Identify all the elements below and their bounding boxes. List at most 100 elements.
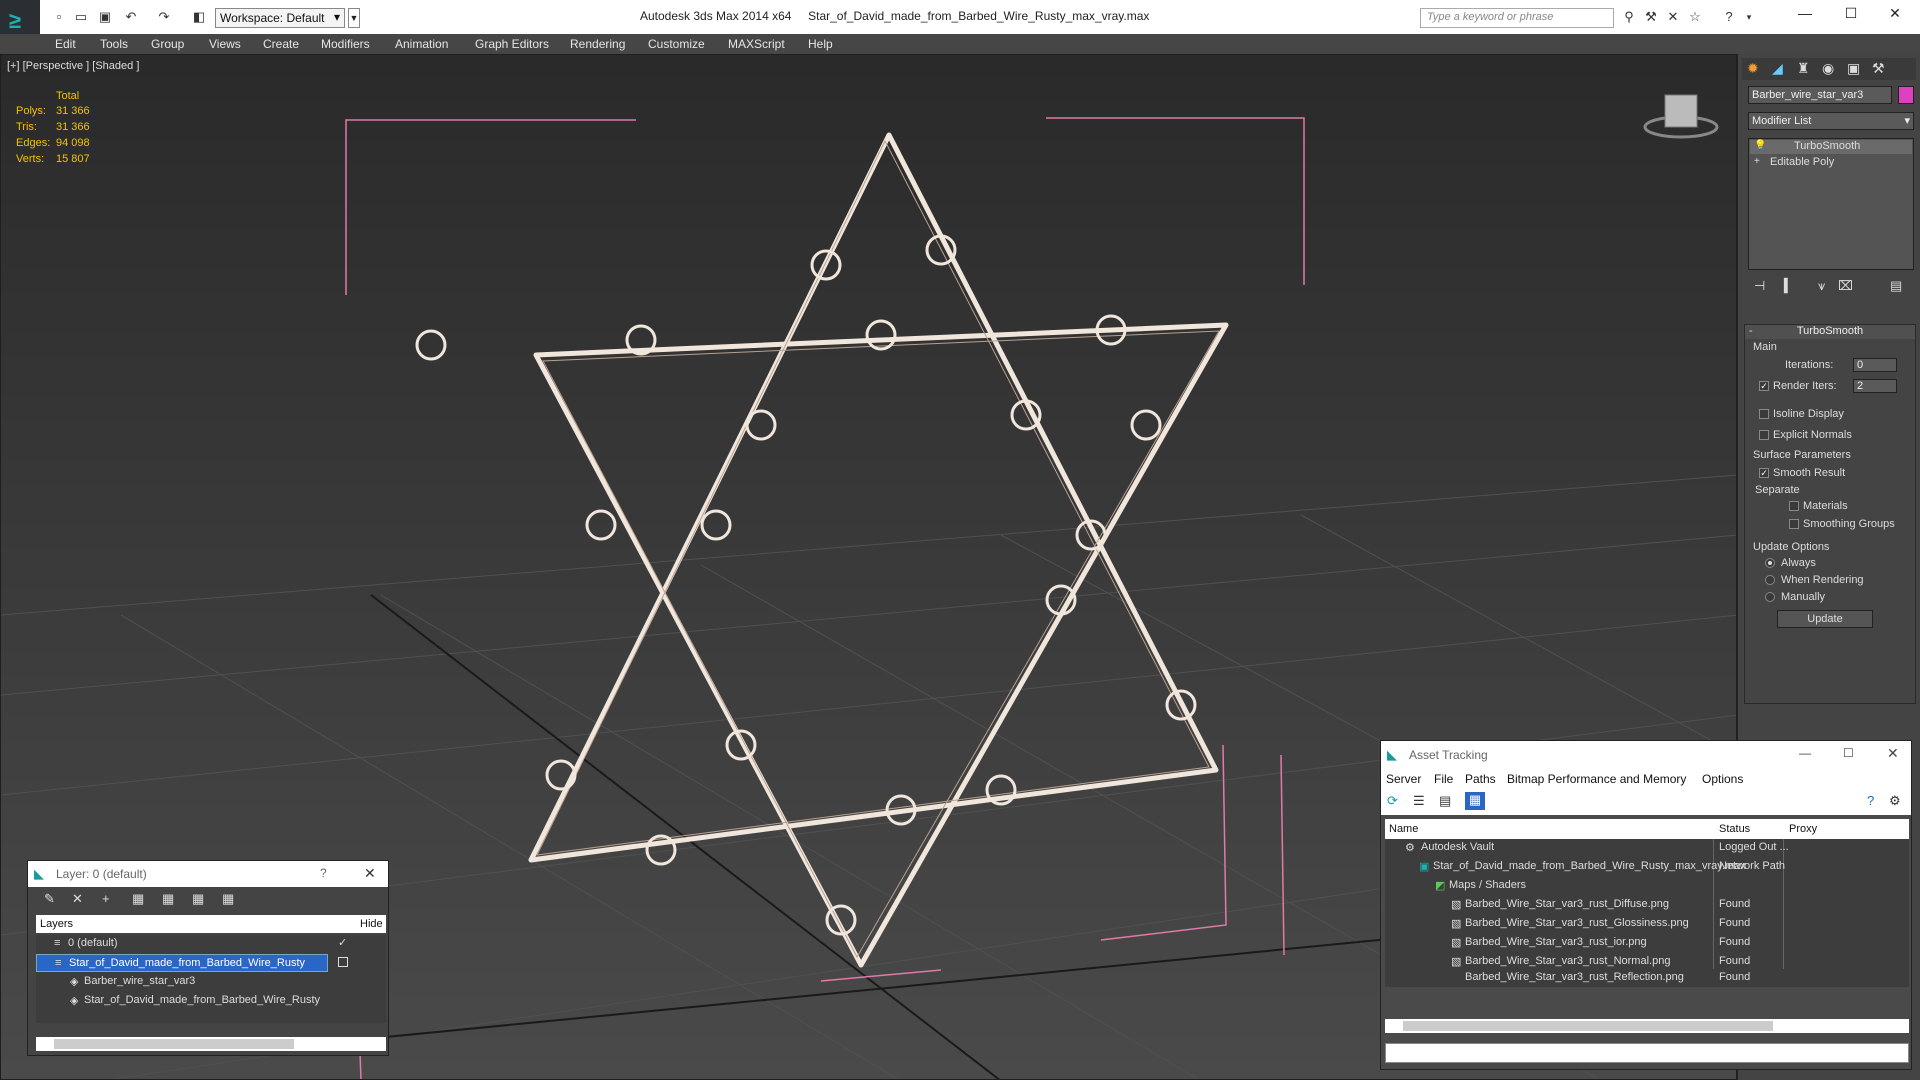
update-manually-radio[interactable] <box>1765 592 1775 602</box>
modifier-list-dropdown[interactable]: Modifier List ▾ <box>1748 112 1914 130</box>
asset-row[interactable]: Barbed_Wire_Star_var3_rust_Reflection.pn… <box>1385 969 1909 987</box>
isoline-display-checkbox[interactable] <box>1759 409 1769 419</box>
hide-all-layers-icon[interactable]: ▦ <box>192 891 204 907</box>
menu-animation[interactable]: Animation <box>395 37 448 51</box>
table-view-icon[interactable]: ▦ <box>1465 792 1485 810</box>
stack-item-editable-poly[interactable]: + Editable Poly <box>1750 156 1912 170</box>
settings-icon[interactable]: ⚙ <box>1889 793 1901 809</box>
layer-row[interactable]: ≡ Star_of_David_made_from_Barbed_Wire_Ru… <box>36 954 328 972</box>
create-tab-icon[interactable]: ✹ <box>1747 60 1759 77</box>
search-input[interactable]: Type a keyword or phrase <box>1420 8 1614 28</box>
asset-menu-options[interactable]: Options <box>1702 772 1743 786</box>
save-file-icon[interactable]: ▣ <box>96 9 114 25</box>
asset-row[interactable]: ▧ Barbed_Wire_Star_var3_rust_Diffuse.png… <box>1385 896 1909 914</box>
show-end-result-icon[interactable]: ▍ <box>1784 278 1794 294</box>
asset-menu-paths[interactable]: Paths <box>1465 772 1496 786</box>
expand-plus-icon[interactable]: + <box>1754 156 1760 167</box>
asset-window-title-bar[interactable]: ◣ Asset Tracking — ☐ ✕ <box>1381 741 1911 769</box>
asset-row[interactable]: ⚙ Autodesk Vault Logged Out ... <box>1385 839 1909 857</box>
delete-layer-icon[interactable]: ✕ <box>72 891 83 907</box>
asset-horizontal-scrollbar[interactable] <box>1385 1019 1909 1033</box>
asset-row[interactable]: ▣ Star_of_David_made_from_Barbed_Wire_Ru… <box>1385 858 1909 876</box>
menu-modifiers[interactable]: Modifiers <box>321 37 370 51</box>
configure-sets-icon[interactable]: ▤ <box>1890 278 1902 294</box>
undo-icon[interactable]: ↶ <box>122 9 140 25</box>
help-icon[interactable]: ? <box>1720 9 1738 25</box>
maximize-button[interactable]: ☐ <box>1836 5 1866 25</box>
lightbulb-icon[interactable]: 💡 <box>1754 140 1766 151</box>
help-dropdown-icon[interactable]: ▾ <box>1740 9 1758 25</box>
smooth-result-checkbox[interactable]: ✓ <box>1759 468 1769 478</box>
help-icon[interactable]: ? <box>1867 793 1874 808</box>
render-iters-checkbox[interactable]: ✓ <box>1759 381 1769 391</box>
update-always-radio[interactable] <box>1765 558 1775 568</box>
favorites-star-icon[interactable]: ☆ <box>1686 9 1704 25</box>
modify-tab-icon[interactable]: ◢ <box>1772 60 1783 77</box>
hierarchy-tab-icon[interactable]: ♜ <box>1797 60 1810 77</box>
smoothing-groups-checkbox[interactable] <box>1789 519 1799 529</box>
remove-modifier-icon[interactable]: ⌧ <box>1838 278 1853 294</box>
hide-toggle[interactable] <box>338 957 348 967</box>
explicit-normals-checkbox[interactable] <box>1759 430 1769 440</box>
view-cube[interactable] <box>1643 94 1719 139</box>
menu-group[interactable]: Group <box>151 37 184 51</box>
minimize-button[interactable]: — <box>1790 5 1820 25</box>
tree-view-icon[interactable]: ▤ <box>1439 793 1451 809</box>
layer-row[interactable]: ◈ Barber_wire_star_var3 <box>36 973 386 991</box>
layer-window-title-bar[interactable]: ◣ Layer: 0 (default) ? ✕ <box>28 861 388 887</box>
list-view-icon[interactable]: ☰ <box>1413 793 1425 809</box>
stack-item-turbosmooth[interactable]: 💡 TurboSmooth <box>1750 140 1912 154</box>
communication-icon[interactable]: ✕ <box>1664 9 1682 25</box>
project-folder-icon[interactable]: ◧ <box>190 9 208 25</box>
object-name-field[interactable]: Barber_wire_star_var3 <box>1748 86 1892 104</box>
minimize-button[interactable]: — <box>1799 746 1811 760</box>
object-color-swatch[interactable] <box>1898 86 1914 104</box>
asset-menu-server[interactable]: Server <box>1386 772 1421 786</box>
rollout-header[interactable]: - TurboSmooth <box>1745 325 1915 339</box>
refresh-icon[interactable]: ⟳ <box>1387 793 1398 809</box>
viewport-label[interactable]: [+] [Perspective ] [Shaded ] <box>7 60 139 72</box>
asset-menu-bitmap[interactable]: Bitmap Performance and Memory <box>1507 772 1686 786</box>
close-button[interactable]: ✕ <box>1880 5 1910 25</box>
menu-create[interactable]: Create <box>263 37 299 51</box>
open-file-icon[interactable]: ▭ <box>72 9 90 25</box>
set-current-layer-icon[interactable]: ▦ <box>162 891 174 907</box>
layer-row[interactable]: ≡ 0 (default) ✓ <box>36 935 386 953</box>
close-icon[interactable]: ✕ <box>1887 745 1899 762</box>
redo-icon[interactable]: ↷ <box>155 9 173 25</box>
utilities-tab-icon[interactable]: ⚒ <box>1872 60 1885 77</box>
asset-row[interactable]: ◩ Maps / Shaders <box>1385 877 1909 895</box>
materials-checkbox[interactable] <box>1789 501 1799 511</box>
close-icon[interactable]: ✕ <box>364 865 376 882</box>
asset-row[interactable]: ▧ Barbed_Wire_Star_var3_rust_Glossiness.… <box>1385 915 1909 933</box>
menu-tools[interactable]: Tools <box>100 37 128 51</box>
update-button[interactable]: Update <box>1777 610 1873 628</box>
subscription-icon[interactable]: ⚒ <box>1642 9 1660 25</box>
add-to-layer-icon[interactable]: + <box>102 891 110 906</box>
render-iters-spinner[interactable]: 2 <box>1853 379 1897 393</box>
menu-graph-editors[interactable]: Graph Editors <box>475 37 549 51</box>
asset-menu-file[interactable]: File <box>1434 772 1453 786</box>
menu-rendering[interactable]: Rendering <box>570 37 625 51</box>
freeze-all-layers-icon[interactable]: ▦ <box>222 891 234 907</box>
binoculars-icon[interactable]: ⚲ <box>1620 9 1638 25</box>
maximize-button[interactable]: ☐ <box>1843 746 1854 760</box>
menu-customize[interactable]: Customize <box>648 37 705 51</box>
asset-path-field[interactable] <box>1385 1043 1909 1063</box>
motion-tab-icon[interactable]: ◉ <box>1822 60 1834 77</box>
menu-maxscript[interactable]: MAXScript <box>728 37 785 51</box>
menu-views[interactable]: Views <box>209 37 241 51</box>
display-tab-icon[interactable]: ▣ <box>1847 60 1860 77</box>
scrollbar-thumb[interactable] <box>54 1039 294 1049</box>
update-when-rendering-radio[interactable] <box>1765 575 1775 585</box>
pin-stack-icon[interactable]: ⊣ <box>1754 278 1765 294</box>
menu-edit[interactable]: Edit <box>55 37 76 51</box>
new-file-icon[interactable]: ▫ <box>50 9 68 25</box>
new-layer-icon[interactable]: ✎ <box>44 891 55 907</box>
select-in-layer-icon[interactable]: ▦ <box>132 891 144 907</box>
iterations-spinner[interactable]: 0 <box>1853 358 1897 372</box>
workspace-options-button[interactable]: ▼ <box>348 8 360 28</box>
workspace-dropdown[interactable]: Workspace: Default ▾ <box>215 8 345 28</box>
scrollbar-thumb[interactable] <box>1403 1021 1773 1031</box>
layer-horizontal-scrollbar[interactable] <box>36 1037 386 1051</box>
